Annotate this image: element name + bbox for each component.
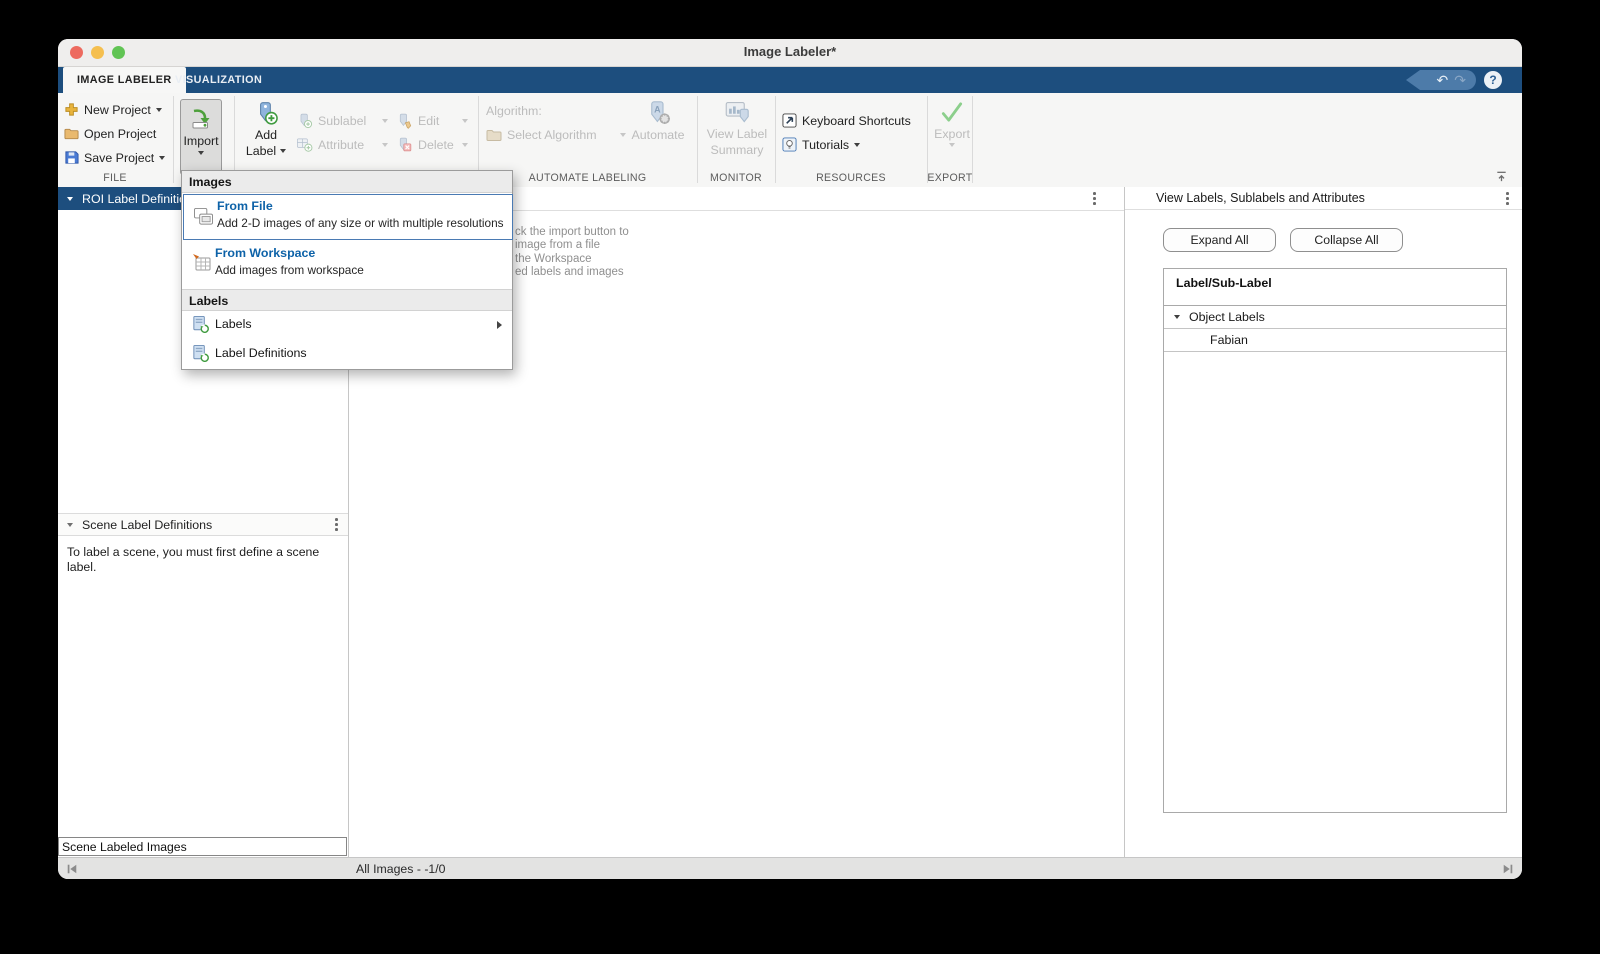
automate-button: A Automate bbox=[628, 99, 688, 142]
scene-label-definitions-header[interactable]: Scene Label Definitions bbox=[58, 513, 348, 536]
edit-button: Edit bbox=[396, 112, 468, 129]
folder-icon bbox=[486, 127, 502, 143]
attribute-icon bbox=[296, 136, 313, 153]
menu-item-label-definitions[interactable]: Label Definitions bbox=[182, 339, 512, 369]
sublabel-button: Sublabel bbox=[296, 112, 388, 129]
tutorials-button[interactable]: Tutorials bbox=[782, 136, 861, 153]
svg-text:A: A bbox=[654, 105, 661, 115]
algorithm-label: Algorithm: bbox=[486, 103, 542, 118]
chevron-down-icon bbox=[620, 132, 626, 137]
submenu-arrow-icon bbox=[497, 321, 502, 329]
chevron-down-icon bbox=[155, 107, 162, 112]
view-label-summary-icon bbox=[724, 98, 751, 125]
import-dropdown-menu: Images From File Add 2-D images of any s… bbox=[181, 170, 513, 370]
go-to-first-image-icon[interactable] bbox=[66, 863, 78, 875]
attribute-button: Attribute bbox=[296, 136, 388, 153]
monitor-section-label: MONITOR bbox=[710, 172, 762, 184]
scene-empty-hint: To label a scene, you must first define … bbox=[67, 545, 320, 575]
chevron-down-icon bbox=[198, 151, 204, 155]
save-floppy-icon bbox=[64, 150, 79, 165]
ribbon-tab-bar: IMAGE LABELER VISUALIZATION ↶ ↷ ? bbox=[58, 67, 1522, 93]
go-to-last-image-icon[interactable] bbox=[1502, 863, 1514, 875]
automate-icon: A bbox=[645, 99, 672, 126]
chevron-down-icon bbox=[462, 142, 468, 147]
collapse-ribbon-icon[interactable] bbox=[1495, 170, 1508, 183]
view-label-summary-button: View Label Summary bbox=[703, 98, 771, 157]
export-section-label: EXPORT bbox=[927, 172, 973, 184]
all-images-status: All Images - -1/0 bbox=[356, 862, 446, 876]
new-project-icon bbox=[64, 102, 79, 117]
menu-item-from-workspace[interactable]: From Workspace Add images from workspace bbox=[182, 239, 512, 289]
delete-icon bbox=[396, 136, 413, 153]
open-project-button[interactable]: Open Project bbox=[64, 125, 156, 142]
labels-import-icon bbox=[191, 315, 210, 334]
collapse-triangle-icon bbox=[67, 196, 73, 201]
scene-labeled-images-box[interactable]: Scene Labeled Images bbox=[58, 837, 347, 856]
status-bar: All Images - -1/0 bbox=[58, 857, 1522, 879]
export-checkmark-icon bbox=[939, 99, 965, 125]
import-button[interactable]: Import bbox=[180, 99, 222, 175]
file-section-label: FILE bbox=[103, 172, 127, 184]
undo-icon[interactable]: ↶ bbox=[1437, 71, 1449, 89]
quick-access-toolbar: ↶ ↷ bbox=[1406, 70, 1476, 90]
add-label-tag-icon bbox=[253, 100, 279, 126]
new-project-button[interactable]: New Project bbox=[64, 101, 162, 118]
chevron-down-icon bbox=[382, 118, 388, 123]
open-folder-icon bbox=[64, 126, 79, 141]
labels-table-header: Label/Sub-Label bbox=[1164, 269, 1506, 306]
menu-item-from-file[interactable]: From File Add 2-D images of any size or … bbox=[183, 194, 513, 240]
chevron-down-icon bbox=[280, 149, 287, 153]
help-button[interactable]: ? bbox=[1484, 71, 1502, 89]
view-labels-header: View Labels, Sublabels and Attributes bbox=[1125, 187, 1522, 210]
menu-item-labels[interactable]: Labels bbox=[182, 311, 512, 339]
chevron-down-icon bbox=[159, 155, 166, 160]
view-labels-panel: View Labels, Sublabels and Attributes Ex… bbox=[1124, 187, 1522, 857]
chevron-down-icon bbox=[382, 142, 388, 147]
collapse-all-button[interactable]: Collapse All bbox=[1290, 228, 1403, 252]
add-label-button[interactable]: Add Label bbox=[240, 100, 292, 158]
chevron-down-icon bbox=[949, 143, 955, 147]
sublabel-icon bbox=[296, 112, 313, 129]
import-hint-text: ck the import button to image from a fil… bbox=[515, 226, 629, 279]
keyboard-shortcuts-button[interactable]: Keyboard Shortcuts bbox=[782, 112, 911, 129]
import-icon bbox=[189, 107, 213, 131]
resources-section-label: RESOURCES bbox=[816, 172, 886, 184]
select-algorithm-button: Select Algorithm bbox=[486, 126, 626, 143]
collapse-triangle-icon bbox=[67, 522, 73, 527]
titlebar: Image Labeler* bbox=[58, 39, 1522, 67]
view-labels-menu-icon[interactable] bbox=[1506, 192, 1509, 205]
label-definitions-icon bbox=[191, 344, 210, 363]
chevron-down-icon bbox=[462, 118, 468, 123]
labels-table: Label/Sub-Label Object Labels Fabian bbox=[1163, 268, 1507, 813]
keyboard-shortcuts-icon bbox=[782, 113, 797, 128]
expand-all-button[interactable]: Expand All bbox=[1163, 228, 1276, 252]
images-menu-header: Images bbox=[182, 171, 512, 193]
labels-menu-header: Labels bbox=[182, 289, 512, 311]
tutorials-lightbulb-icon bbox=[782, 137, 797, 152]
table-row[interactable]: Object Labels bbox=[1164, 306, 1506, 329]
redo-icon[interactable]: ↷ bbox=[1454, 71, 1466, 89]
from-file-icon bbox=[193, 207, 214, 226]
window-title: Image Labeler* bbox=[743, 44, 837, 59]
tab-visualization[interactable]: VISUALIZATION bbox=[161, 67, 276, 93]
images-panel-menu-icon[interactable] bbox=[1093, 192, 1096, 205]
scene-panel-menu-icon[interactable] bbox=[335, 518, 338, 531]
delete-button: Delete bbox=[396, 136, 468, 153]
from-workspace-icon bbox=[192, 253, 212, 273]
collapse-triangle-icon[interactable] bbox=[1174, 315, 1180, 319]
table-row[interactable]: Fabian bbox=[1164, 329, 1506, 352]
chevron-down-icon bbox=[854, 142, 861, 147]
edit-icon bbox=[396, 112, 413, 129]
app-window: Image Labeler* IMAGE LABELER VISUALIZATI… bbox=[58, 39, 1522, 879]
save-project-button[interactable]: Save Project bbox=[64, 149, 166, 166]
